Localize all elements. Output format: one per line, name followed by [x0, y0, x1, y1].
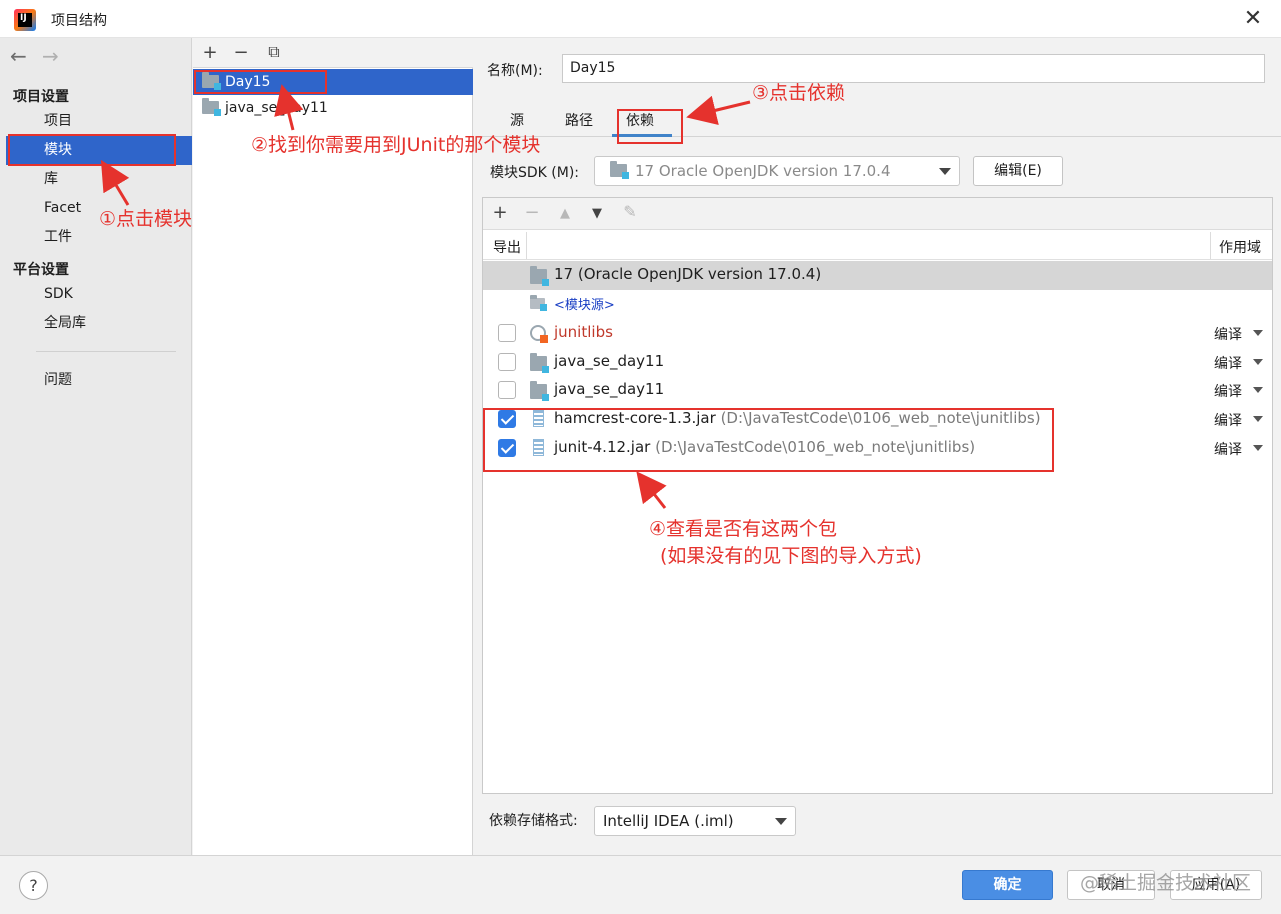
dependency-name: java_se_day11	[554, 380, 664, 398]
module-folder-icon	[530, 353, 549, 373]
module-sdk-value: 17 Oracle OpenJDK version 17.0.4	[635, 162, 891, 180]
annotation-box-deps-tab	[617, 109, 683, 144]
scope-select[interactable]: 编译	[1214, 353, 1242, 373]
dependency-label: java_se_day11	[554, 380, 665, 398]
tree-item-java-se-day11[interactable]: java_se_day11	[193, 95, 473, 121]
library-icon	[530, 325, 548, 343]
dependency-row[interactable]: java_se_day11 编译	[483, 348, 1272, 377]
dependency-name: java_se_day11	[554, 352, 664, 370]
storage-format-value: IntelliJ IDEA (.iml)	[603, 812, 734, 830]
ok-button[interactable]: 确定	[962, 870, 1053, 900]
source-folder-icon	[530, 295, 547, 311]
dependency-name: junitlibs	[554, 323, 613, 341]
module-sdk-label: 模块SDK (M):	[490, 165, 580, 181]
sidebar-item-sdks[interactable]: SDK	[6, 280, 192, 309]
scope-select[interactable]: 编译	[1214, 410, 1242, 430]
dependency-row[interactable]: junitlibs 编译	[483, 319, 1272, 348]
close-icon[interactable]: ✕	[1238, 4, 1268, 34]
remove-module-icon[interactable]: −	[230, 42, 252, 63]
storage-format-select[interactable]: IntelliJ IDEA (.iml)	[594, 806, 796, 836]
annotation-step4-line1: ④查看是否有这两个包	[649, 518, 838, 540]
export-checkbox[interactable]	[498, 324, 516, 342]
chevron-down-icon[interactable]	[1253, 387, 1263, 393]
scope-select[interactable]: 编译	[1214, 324, 1242, 344]
storage-format-label: 依赖存储格式:	[489, 813, 578, 829]
tab-sources[interactable]: 源	[510, 110, 524, 130]
sdk-folder-icon	[610, 161, 629, 179]
dependency-label: junitlibs	[554, 323, 613, 341]
dependency-name: <模块源>	[554, 294, 615, 313]
edit-dependency-icon[interactable]: ✎	[619, 202, 641, 221]
back-arrow-icon[interactable]: ←	[10, 44, 27, 68]
chevron-down-icon	[775, 818, 787, 825]
module-folder-icon	[530, 381, 549, 401]
annotation-step2: ②找到你需要用到JUnit的那个模块	[251, 134, 541, 156]
module-name-input[interactable]: Day15	[562, 54, 1265, 83]
forward-arrow-icon[interactable]: →	[42, 44, 59, 68]
watermark: @稀土掘金技术社区	[1080, 872, 1252, 894]
chevron-down-icon[interactable]	[1253, 330, 1263, 336]
window-title: 项目结构	[51, 13, 107, 29]
dependency-row[interactable]: 17 (Oracle OpenJDK version 17.0.4)	[483, 261, 1272, 290]
sidebar-item-global-libraries[interactable]: 全局库	[6, 309, 192, 338]
chevron-down-icon[interactable]	[1253, 359, 1263, 365]
dependency-row[interactable]: <模块源>	[483, 290, 1272, 319]
move-up-icon[interactable]: ▲	[554, 206, 576, 221]
title-bar	[0, 0, 1281, 38]
sidebar-divider	[36, 351, 176, 352]
module-folder-icon	[202, 98, 221, 116]
sdk-folder-icon	[530, 266, 549, 286]
sidebar-item-problems[interactable]: 问题	[6, 366, 192, 395]
chevron-down-icon[interactable]	[1253, 445, 1263, 451]
scope-select[interactable]: 编译	[1214, 381, 1242, 401]
add-module-icon[interactable]: +	[199, 42, 221, 63]
help-button[interactable]: ?	[19, 871, 48, 900]
column-divider	[1210, 232, 1211, 259]
sidebar-item-libraries[interactable]: 库	[6, 165, 192, 194]
edit-sdk-button[interactable]: 编辑(E)	[973, 156, 1063, 186]
annotation-step3: ③点击依赖	[752, 82, 846, 104]
add-dependency-icon[interactable]: +	[489, 202, 511, 223]
intellij-logo-icon: IJ	[14, 9, 36, 31]
remove-dependency-icon[interactable]: −	[521, 202, 543, 223]
tabs-divider	[482, 136, 1281, 137]
project-settings-heading: 项目设置	[13, 89, 69, 105]
column-divider	[526, 232, 527, 259]
dependency-label: <模块源>	[554, 298, 615, 313]
scope-select[interactable]: 编译	[1214, 439, 1242, 459]
copy-module-icon[interactable]: ⧉	[263, 42, 285, 62]
chevron-down-icon	[939, 168, 951, 175]
annotation-box-jars	[483, 408, 1054, 472]
annotation-step1: ①点击模块	[99, 208, 193, 230]
annotation-box-day15	[194, 70, 327, 94]
export-checkbox[interactable]	[498, 353, 516, 371]
tree-item-label: java_se_day11	[225, 100, 328, 116]
tab-paths[interactable]: 路径	[565, 110, 593, 130]
move-down-icon[interactable]: ▼	[586, 206, 608, 221]
dependency-row[interactable]: java_se_day11 编译	[483, 376, 1272, 405]
annotation-step4-line2: (如果没有的见下图的导入方式)	[660, 545, 922, 567]
annotation-box-modules	[8, 134, 176, 166]
module-sdk-select[interactable]: 17 Oracle OpenJDK version 17.0.4	[594, 156, 960, 186]
dependency-name: 17 (Oracle OpenJDK version 17.0.4)	[554, 265, 821, 283]
platform-settings-heading: 平台设置	[13, 262, 69, 278]
name-label: 名称(M):	[487, 63, 543, 79]
column-export[interactable]: 导出	[493, 237, 521, 257]
column-scope[interactable]: 作用域	[1219, 237, 1261, 257]
dependency-label: java_se_day11	[554, 352, 665, 370]
chevron-down-icon[interactable]	[1253, 416, 1263, 422]
sidebar-item-project[interactable]: 项目	[6, 107, 192, 136]
module-tree-panel	[193, 38, 473, 855]
export-checkbox[interactable]	[498, 381, 516, 399]
table-header	[483, 231, 1272, 260]
dependency-label: 17 (Oracle OpenJDK version 17.0.4)	[554, 265, 822, 283]
